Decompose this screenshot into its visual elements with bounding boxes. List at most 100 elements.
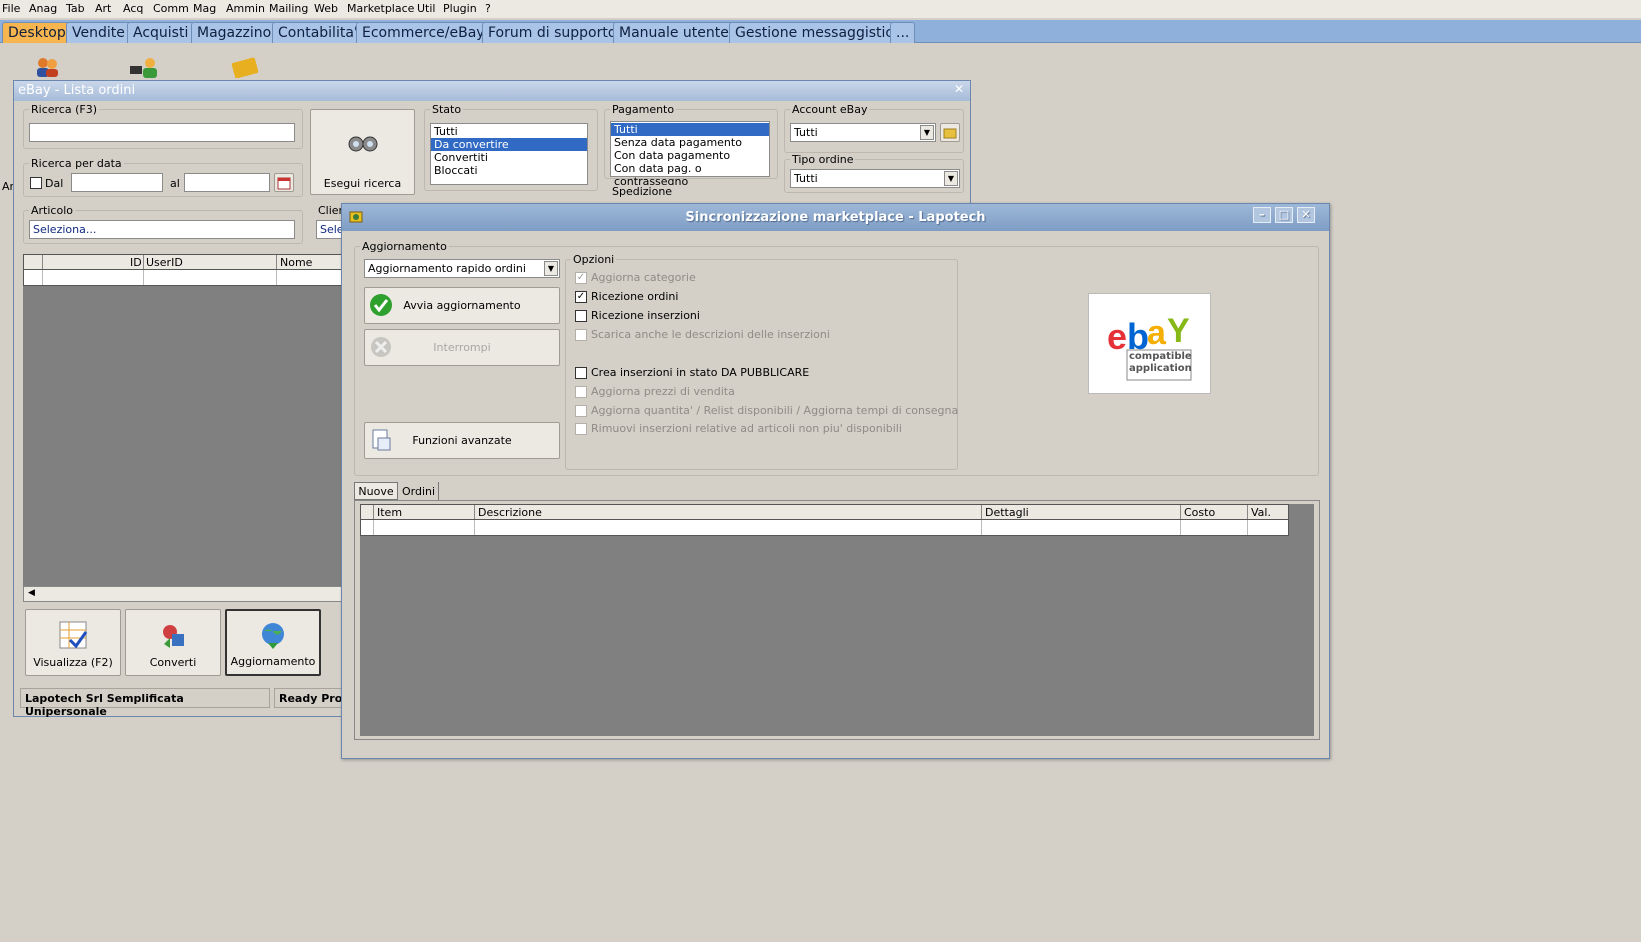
date-from-checkbox[interactable] <box>30 177 42 189</box>
update-mode-select[interactable]: Aggiornamento rapido ordini ▼ <box>364 259 560 278</box>
payment-option[interactable]: Senza data pagamento <box>611 136 769 149</box>
menu-plugin[interactable]: Plugin <box>443 2 477 15</box>
payment-option[interactable]: Tutti <box>611 123 769 136</box>
payment-list[interactable]: Tutti Senza data pagamento Con data paga… <box>610 121 770 188</box>
advanced-functions-button[interactable]: Funzioni avanzate <box>364 422 560 459</box>
menu-web[interactable]: Web <box>314 2 338 15</box>
option-checkbox[interactable] <box>575 329 587 341</box>
menu-help[interactable]: ? <box>485 2 491 15</box>
close-icon[interactable]: ✕ <box>1297 207 1315 223</box>
col-dettagli[interactable]: Dettagli <box>985 506 1029 519</box>
users-desktop-icon[interactable] <box>34 56 60 78</box>
payment-option[interactable]: Con data pagamento <box>611 149 769 162</box>
status-option[interactable]: Convertiti <box>431 151 587 164</box>
order-type-value: Tutti <box>794 172 818 185</box>
col-val[interactable]: Val. <box>1251 506 1271 519</box>
menu-file[interactable]: File <box>2 2 20 15</box>
payment-label: Pagamento <box>610 103 677 116</box>
menu-art[interactable]: Art <box>95 2 111 15</box>
horizontal-scrollbar[interactable]: ◀ <box>23 586 353 602</box>
option-label: Rimuovi inserzioni relative ad articoli … <box>591 422 902 435</box>
chevron-down-icon[interactable]: ▼ <box>544 261 558 276</box>
menu-anag[interactable]: Anag <box>29 2 57 15</box>
start-update-button[interactable]: Avvia aggiornamento <box>364 287 560 324</box>
order-type-label: Tipo ordine <box>790 153 856 166</box>
module-tab-bar: Desktop Vendite Acquisti Magazzino Conta… <box>0 20 1641 43</box>
status-list[interactable]: Tutti Da convertire Convertiti Bloccati <box>430 123 588 185</box>
chevron-down-icon[interactable]: ▼ <box>944 171 958 186</box>
menu-ammin[interactable]: Ammin <box>226 2 265 15</box>
col-userid[interactable]: UserID <box>146 256 183 269</box>
stop-button[interactable]: Interrompi <box>364 329 560 366</box>
tab-ordini[interactable]: Ordini <box>399 482 439 500</box>
menu-util[interactable]: Util <box>417 2 435 15</box>
stop-icon <box>369 335 393 373</box>
menu-comm[interactable]: Comm <box>153 2 189 15</box>
option-checkbox[interactable] <box>575 310 587 322</box>
scroll-left-icon[interactable]: ◀ <box>28 588 35 598</box>
option-checkbox[interactable]: ✓ <box>575 291 587 303</box>
option-checkbox[interactable] <box>575 367 587 379</box>
status-option[interactable]: Da convertire <box>431 138 587 151</box>
option-checkbox[interactable]: ✓ <box>575 272 587 284</box>
tab-manuale[interactable]: Manuale utente <box>613 22 735 43</box>
menu-bar: File Anag Tab Art Acq Comm Mag Ammin Mai… <box>0 0 1641 18</box>
convert-button[interactable]: Converti <box>125 609 221 676</box>
tab-ecommerce-ebay[interactable]: Ecommerce/eBay <box>356 22 491 43</box>
tab-more[interactable]: ... <box>890 22 916 43</box>
date-from-label: Dal <box>45 177 64 190</box>
update-button[interactable]: Aggiornamento <box>225 609 321 676</box>
menu-marketplace[interactable]: Marketplace <box>347 2 414 15</box>
account-select[interactable]: Tutti ▼ <box>790 123 936 142</box>
tab-desktop[interactable]: Desktop <box>2 22 72 43</box>
col-costo[interactable]: Costo <box>1184 506 1215 519</box>
col-nome[interactable]: Nome <box>280 256 312 269</box>
payment-option[interactable]: Con data pag. o contrassegno <box>611 162 769 188</box>
col-descrizione[interactable]: Descrizione <box>478 506 542 519</box>
menu-acq[interactable]: Acq <box>123 2 143 15</box>
tab-acquisti[interactable]: Acquisti <box>127 22 195 43</box>
convert-icon <box>126 620 220 653</box>
maximize-icon[interactable]: □ <box>1275 207 1293 223</box>
option-label: Aggiorna prezzi di vendita <box>591 385 735 398</box>
search-button[interactable]: Esegui ricerca <box>310 109 415 195</box>
convert-button-label: Converti <box>149 656 197 669</box>
table-row[interactable] <box>23 270 353 286</box>
update-mode-value: Aggiornamento rapido ordini <box>368 262 526 275</box>
option-label: Ricezione inserzioni <box>591 309 700 322</box>
order-type-select[interactable]: Tutti ▼ <box>790 169 960 188</box>
tab-magazzino[interactable]: Magazzino <box>191 22 278 43</box>
close-icon[interactable]: ✕ <box>954 82 964 96</box>
date-from-field[interactable] <box>71 173 163 192</box>
folder-desktop-icon[interactable] <box>231 56 261 79</box>
option-checkbox[interactable] <box>575 423 587 435</box>
option-checkbox[interactable] <box>575 405 587 417</box>
tab-nuove[interactable]: Nuove <box>354 482 398 500</box>
customer-desktop-icon[interactable] <box>130 56 160 78</box>
article-field[interactable]: Seleziona... <box>29 220 295 239</box>
document-icon <box>369 428 393 466</box>
table-row[interactable] <box>360 520 1289 536</box>
start-update-label: Avvia aggiornamento <box>403 299 521 312</box>
menu-mailing[interactable]: Mailing <box>269 2 308 15</box>
view-button[interactable]: Visualizza (F2) <box>25 609 121 676</box>
status-option[interactable]: Tutti <box>431 125 587 138</box>
menu-tab[interactable]: Tab <box>66 2 85 15</box>
tab-contabilita[interactable]: Contabilita' <box>272 22 364 43</box>
search-input[interactable] <box>29 123 295 142</box>
tab-vendite[interactable]: Vendite <box>66 22 131 43</box>
col-id[interactable]: ID <box>130 256 142 269</box>
option-checkbox[interactable] <box>575 386 587 398</box>
tab-forum[interactable]: Forum di supporto <box>482 22 623 43</box>
tab-messaggistica[interactable]: Gestione messaggistica <box>729 22 908 43</box>
calendar-icon[interactable] <box>274 173 294 192</box>
chevron-down-icon[interactable]: ▼ <box>920 125 934 140</box>
status-option[interactable]: Bloccati <box>431 164 587 177</box>
option-label: Scarica anche le descrizioni delle inser… <box>591 328 830 341</box>
folder-icon[interactable] <box>940 123 960 142</box>
date-to-field[interactable] <box>184 173 270 192</box>
menu-mag[interactable]: Mag <box>193 2 216 15</box>
article-label: Articolo <box>29 204 75 217</box>
col-item[interactable]: Item <box>377 506 402 519</box>
minimize-icon[interactable]: – <box>1253 207 1271 223</box>
